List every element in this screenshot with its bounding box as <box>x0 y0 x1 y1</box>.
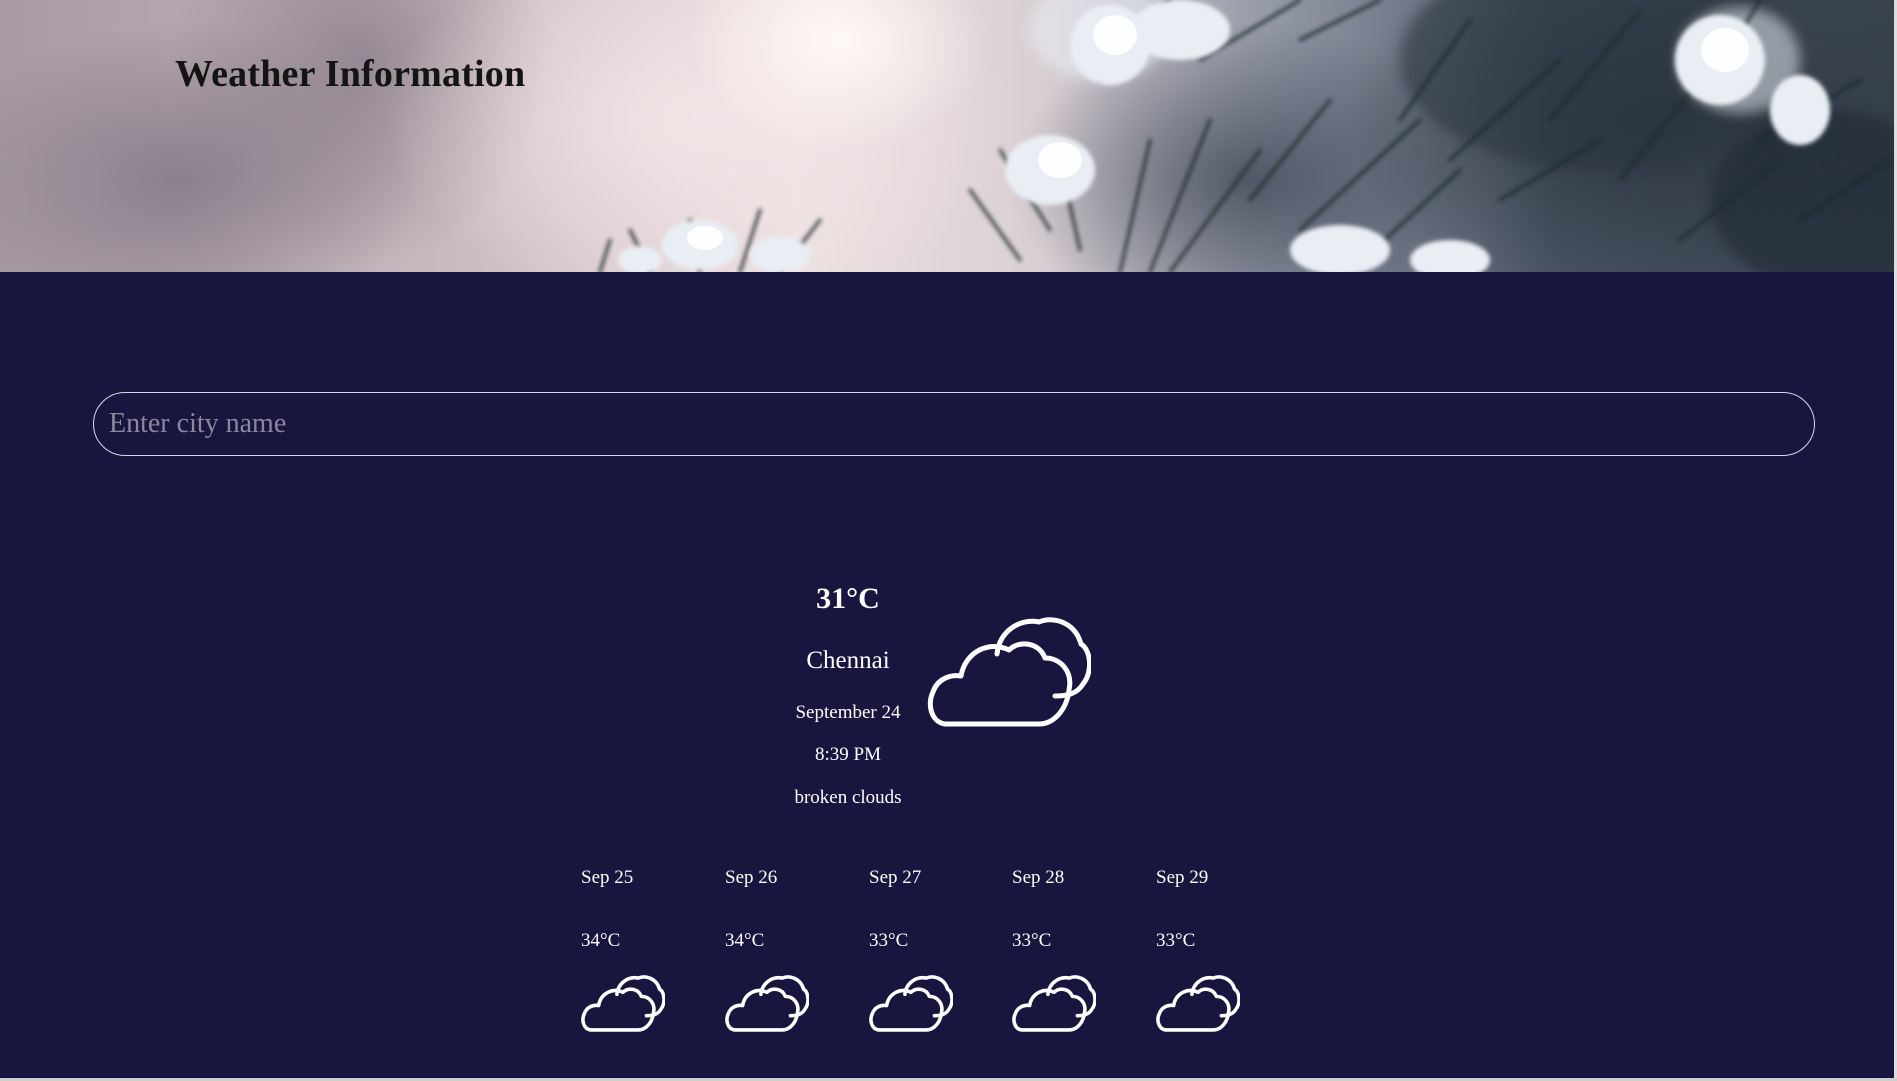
forecast-temperature: 33°C <box>1012 930 1052 951</box>
current-temperature: 31°C <box>816 582 880 615</box>
forecast-temperature: 33°C <box>1156 930 1196 951</box>
city-search-input[interactable] <box>93 392 1815 456</box>
app-viewport: Weather Information 31°C Chennai Septemb… <box>0 0 1895 1078</box>
header-banner: Weather Information <box>0 0 1895 272</box>
forecast-date: Sep 27 <box>869 867 922 888</box>
current-city: Chennai <box>806 647 890 674</box>
current-date: September 24 <box>795 702 901 723</box>
broken-clouds-icon <box>581 975 665 1032</box>
broken-clouds-icon <box>1012 975 1096 1032</box>
page-title: Weather Information <box>175 53 526 95</box>
forecast-temperature: 34°C <box>581 930 621 951</box>
forecast-date: Sep 26 <box>725 867 778 888</box>
current-description: broken clouds <box>794 787 902 808</box>
forecast-date: Sep 25 <box>581 867 634 888</box>
forecast-temperature: 34°C <box>725 930 765 951</box>
forecast-temperature: 33°C <box>869 930 909 951</box>
broken-clouds-icon <box>927 617 1091 727</box>
forecast-date: Sep 28 <box>1012 867 1065 888</box>
forecast-date: Sep 29 <box>1156 867 1209 888</box>
snowy-pine-branches-image <box>598 0 1895 272</box>
broken-clouds-icon <box>869 975 953 1032</box>
broken-clouds-icon <box>725 975 809 1032</box>
broken-clouds-icon <box>1156 975 1240 1032</box>
current-time: 8:39 PM <box>815 744 881 765</box>
